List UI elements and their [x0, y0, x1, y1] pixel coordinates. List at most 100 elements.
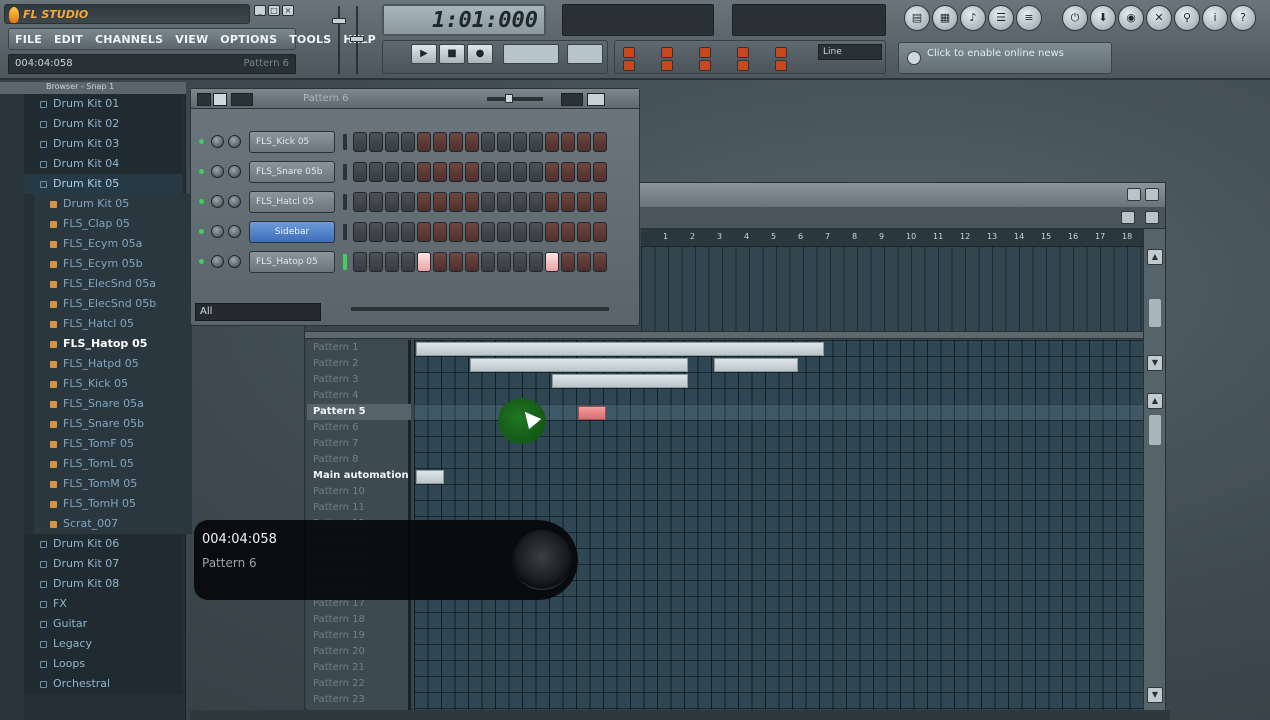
- step-button[interactable]: [353, 162, 367, 182]
- save-icon[interactable]: ⬇: [1090, 5, 1116, 31]
- volume-knob[interactable]: [228, 255, 241, 268]
- volume-knob[interactable]: [228, 135, 241, 148]
- automation-clip[interactable]: [416, 470, 444, 484]
- pattern-scroll-thumb[interactable]: [1149, 415, 1161, 445]
- pan-knob[interactable]: [211, 195, 224, 208]
- channel-name-button[interactable]: FLS_Hatcl 05: [249, 191, 335, 213]
- close-icon[interactable]: ×: [282, 5, 294, 16]
- pattern-name[interactable]: Pattern 10: [313, 484, 365, 500]
- browser-item[interactable]: FLS_Hatcl 05: [34, 314, 192, 334]
- step-button[interactable]: [545, 162, 559, 182]
- step-button[interactable]: [529, 252, 543, 272]
- step-button[interactable]: [433, 252, 447, 272]
- step-button[interactable]: [561, 222, 575, 242]
- pattern-1-clip[interactable]: [416, 342, 824, 356]
- mixer-window-icon[interactable]: ≡: [1016, 5, 1042, 31]
- step-sequencer-icon[interactable]: ▦: [932, 5, 958, 31]
- record-audio-icon[interactable]: ✕: [1146, 5, 1172, 31]
- step-button[interactable]: [481, 162, 495, 182]
- step-button[interactable]: [561, 162, 575, 182]
- step-button[interactable]: [593, 162, 607, 182]
- channel-select-indicator[interactable]: [343, 254, 347, 270]
- menu-tools[interactable]: TOOLS: [289, 33, 331, 46]
- tempo-display[interactable]: [567, 44, 603, 64]
- step-button[interactable]: [577, 222, 591, 242]
- countdown-icon[interactable]: [699, 47, 711, 58]
- step-button[interactable]: [497, 192, 511, 212]
- step-button[interactable]: [561, 132, 575, 152]
- pattern-name[interactable]: Pattern 20: [313, 644, 365, 660]
- browser-item[interactable]: FLS_Snare 05a: [34, 394, 192, 414]
- browser-item[interactable]: FLS_TomL 05: [34, 454, 192, 474]
- browser-item[interactable]: FLS_Snare 05b: [34, 414, 192, 434]
- wait-input-icon[interactable]: [661, 60, 673, 71]
- blend-notes-icon[interactable]: [699, 60, 711, 71]
- playlist-vertical-scrollbar[interactable]: ▲ ▼ ▲ ▼: [1143, 229, 1165, 711]
- pattern-name[interactable]: Pattern 19: [313, 628, 365, 644]
- channel-select-indicator[interactable]: [343, 194, 347, 210]
- browser-item[interactable]: Drum Kit 05: [24, 174, 182, 194]
- browser-item[interactable]: Drum Kit 07: [24, 554, 182, 574]
- menu-file[interactable]: FILE: [15, 33, 42, 46]
- playlist-restore-icon[interactable]: [1127, 188, 1141, 201]
- metronome-icon[interactable]: [661, 47, 673, 58]
- step-button[interactable]: [449, 162, 463, 182]
- step-edit-icon[interactable]: [623, 60, 635, 71]
- step-button[interactable]: [529, 222, 543, 242]
- snap-select[interactable]: Line: [818, 44, 882, 60]
- swing-slider[interactable]: [487, 97, 543, 101]
- render-icon[interactable]: ◉: [1118, 5, 1144, 31]
- pattern-name[interactable]: Pattern 23: [313, 692, 365, 708]
- step-button[interactable]: [417, 252, 431, 272]
- scroll-icon[interactable]: [775, 60, 787, 71]
- step-button[interactable]: [369, 252, 383, 272]
- step-button[interactable]: [353, 222, 367, 242]
- step-button[interactable]: [465, 222, 479, 242]
- pattern-name[interactable]: Pattern 4: [313, 388, 359, 404]
- pattern-name[interactable]: Pattern 21: [313, 660, 365, 676]
- automation-lane[interactable]: [641, 247, 1143, 331]
- browser-item[interactable]: Orchestral: [24, 674, 182, 694]
- step-button[interactable]: [401, 132, 415, 152]
- step-button[interactable]: [433, 132, 447, 152]
- step-button[interactable]: [465, 162, 479, 182]
- step-button[interactable]: [401, 222, 415, 242]
- pattern-scroll-up-icon[interactable]: ▲: [1147, 393, 1163, 409]
- step-button[interactable]: [417, 132, 431, 152]
- step-button[interactable]: [401, 162, 415, 182]
- ss-steps-button[interactable]: [561, 93, 583, 106]
- step-button[interactable]: [545, 222, 559, 242]
- step-button[interactable]: [529, 132, 543, 152]
- step-button[interactable]: [417, 192, 431, 212]
- volume-knob[interactable]: [228, 195, 241, 208]
- playlist-window-icon[interactable]: ▤: [904, 5, 930, 31]
- step-button[interactable]: [353, 192, 367, 212]
- playlist-ruler[interactable]: 12345678910111213141516171819: [641, 229, 1159, 247]
- browser-item[interactable]: Scrat_007: [34, 514, 192, 534]
- menu-options[interactable]: OPTIONS: [220, 33, 277, 46]
- step-button[interactable]: [545, 252, 559, 272]
- step-button[interactable]: [385, 222, 399, 242]
- step-button[interactable]: [465, 192, 479, 212]
- step-button[interactable]: [449, 192, 463, 212]
- step-button[interactable]: [577, 132, 591, 152]
- swing-knob[interactable]: [505, 94, 513, 103]
- step-button[interactable]: [545, 132, 559, 152]
- ss-view-icon[interactable]: [213, 93, 227, 106]
- pan-knob[interactable]: [211, 135, 224, 148]
- ss-graph-icon[interactable]: [231, 93, 253, 106]
- channel-name-button[interactable]: FLS_Hatop 05: [249, 251, 335, 273]
- pattern-name[interactable]: Pattern 18: [313, 612, 365, 628]
- loop-record-icon[interactable]: [737, 47, 749, 58]
- channel-mute-led[interactable]: [199, 139, 204, 144]
- step-button[interactable]: [497, 222, 511, 242]
- step-button[interactable]: [561, 192, 575, 212]
- browser-item[interactable]: Guitar: [24, 614, 182, 634]
- step-button[interactable]: [417, 222, 431, 242]
- menu-channels[interactable]: CHANNELS: [95, 33, 163, 46]
- pattern-name[interactable]: Pattern 2: [313, 356, 359, 372]
- step-scroll[interactable]: [351, 307, 609, 311]
- channel-name-button[interactable]: FLS_Snare 05b: [249, 161, 335, 183]
- browser-item[interactable]: Drum Kit 02: [24, 114, 182, 134]
- step-button[interactable]: [433, 162, 447, 182]
